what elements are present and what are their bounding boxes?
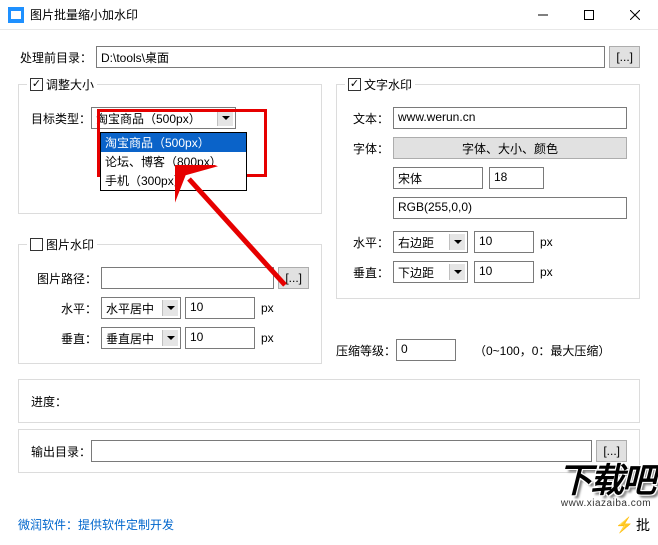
img-v-value[interactable]: 10 <box>185 327 255 349</box>
progress-label: 进度： <box>31 393 71 410</box>
compress-input[interactable]: 0 <box>396 339 456 361</box>
dropdown-option[interactable]: 手机（300px） <box>101 171 246 190</box>
compression-row: 压缩等级： 0 （0~100，0：最大压缩） <box>336 339 640 361</box>
source-dir-label: 处理前目录： <box>18 49 96 66</box>
text-input[interactable]: www.werun.cn <box>393 107 627 129</box>
text-watermark-fieldset: 文字水印 文本： www.werun.cn 字体： 字体、大小、颜色 宋体 18 <box>336 84 640 299</box>
image-watermark-checkbox[interactable] <box>30 238 43 251</box>
source-dir-browse-button[interactable]: [...] <box>609 46 640 68</box>
img-h-unit: px <box>261 301 274 315</box>
font-color-display: RGB(255,0,0) <box>393 197 627 219</box>
img-v-label: 垂直： <box>31 330 101 347</box>
resize-checkbox[interactable] <box>30 78 43 91</box>
font-name-display: 宋体 <box>393 167 483 189</box>
window-title: 图片批量缩小加水印 <box>30 6 520 23</box>
compress-hint: （0~100，0：最大压缩） <box>474 342 610 359</box>
target-type-label: 目标类型： <box>31 110 91 127</box>
text-watermark-checkbox[interactable] <box>348 78 361 91</box>
progress-box: 进度： <box>18 379 640 423</box>
text-label: 文本： <box>349 110 393 127</box>
output-label: 输出目录： <box>31 443 91 460</box>
img-h-value[interactable]: 10 <box>185 297 255 319</box>
img-v-unit: px <box>261 331 274 345</box>
chevron-down-icon <box>449 234 465 250</box>
txt-v-select[interactable]: 下边距 <box>393 261 468 283</box>
font-label: 字体： <box>349 140 393 157</box>
img-h-label: 水平： <box>31 300 101 317</box>
source-dir-row: 处理前目录： D:\tools\桌面 [...] <box>18 46 640 68</box>
txt-v-label: 垂直： <box>349 264 393 281</box>
chevron-down-icon <box>449 264 465 280</box>
chevron-down-icon <box>162 300 178 316</box>
minimize-button[interactable] <box>520 0 566 30</box>
img-h-select[interactable]: 水平居中 <box>101 297 181 319</box>
img-v-select[interactable]: 垂直居中 <box>101 327 181 349</box>
txt-h-label: 水平： <box>349 234 393 251</box>
batch-button-area[interactable]: ⚡ 批 <box>615 515 650 535</box>
txt-h-select[interactable]: 右边距 <box>393 231 468 253</box>
dropdown-option[interactable]: 论坛、博客（800px） <box>101 152 246 171</box>
close-button[interactable] <box>612 0 658 30</box>
resize-legend[interactable]: 调整大小 <box>27 76 97 93</box>
dropdown-option[interactable]: 淘宝商品（500px） <box>101 133 246 152</box>
site-watermark: 下载吧 www.xiazaiba.com <box>558 453 658 509</box>
bolt-icon: ⚡ <box>615 516 634 534</box>
font-button[interactable]: 字体、大小、颜色 <box>393 137 627 159</box>
image-watermark-legend[interactable]: 图片水印 <box>27 236 97 253</box>
app-icon <box>8 7 24 23</box>
image-path-input[interactable] <box>101 267 274 289</box>
txt-h-value[interactable]: 10 <box>474 231 534 253</box>
txt-v-unit: px <box>540 265 553 279</box>
target-type-dropdown-list[interactable]: 淘宝商品（500px） 论坛、博客（800px） 手机（300px） <box>100 132 247 191</box>
font-size-display: 18 <box>489 167 544 189</box>
chevron-down-icon <box>162 330 178 346</box>
image-watermark-fieldset: 图片水印 图片路径： [...] 水平： 水平居中 10 px 垂直： 垂直居中… <box>18 244 322 364</box>
footer-link[interactable]: 微润软件：提供软件定制开发 <box>18 516 174 533</box>
source-dir-input[interactable]: D:\tools\桌面 <box>96 46 605 68</box>
maximize-button[interactable] <box>566 0 612 30</box>
image-path-browse-button[interactable]: [...] <box>278 267 309 289</box>
compress-label: 压缩等级： <box>336 342 396 359</box>
titlebar: 图片批量缩小加水印 <box>0 0 658 30</box>
txt-v-value[interactable]: 10 <box>474 261 534 283</box>
text-watermark-legend[interactable]: 文字水印 <box>345 76 415 93</box>
image-path-label: 图片路径： <box>31 270 101 287</box>
txt-h-unit: px <box>540 235 553 249</box>
output-box: 输出目录： [...] <box>18 429 640 473</box>
output-dir-input[interactable] <box>91 440 592 462</box>
